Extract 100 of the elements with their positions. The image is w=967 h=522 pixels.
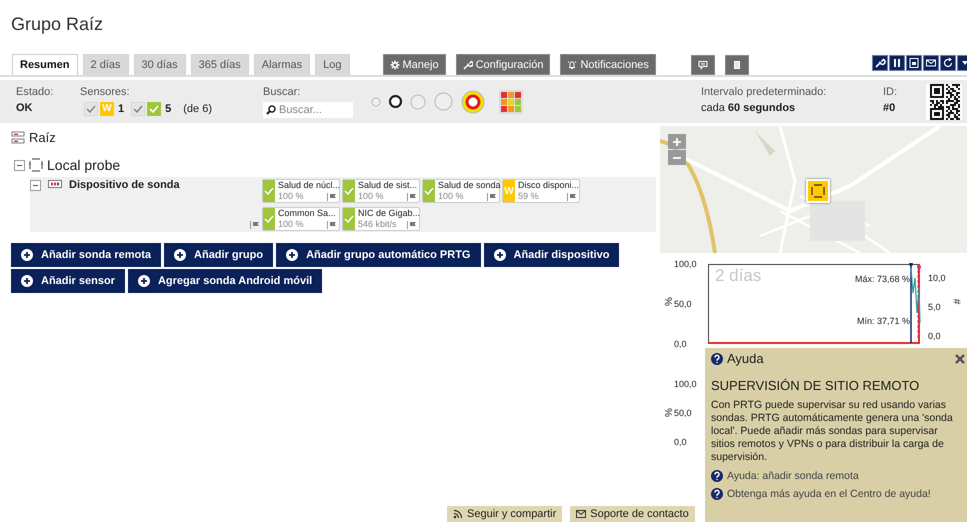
status-label: Estado: <box>16 86 54 98</box>
plus-icon <box>138 275 150 287</box>
refresh-icon[interactable] <box>940 54 956 70</box>
probe-marker-icon[interactable] <box>806 179 830 203</box>
search-icon <box>266 105 276 115</box>
axis-tick: 0,0 <box>928 331 941 341</box>
sensor-name: Salud de sonda <box>438 180 501 191</box>
tab[interactable]: Log <box>315 54 350 75</box>
sensor-tile[interactable]: NIC de Gigab... 546 kbit/s <box>342 207 420 231</box>
flag-icon[interactable] <box>487 192 497 200</box>
help-link[interactable]: Obtenga más ayuda en el Centro de ayuda! <box>727 488 931 500</box>
max-label: Máx: 73,68 % <box>854 274 910 284</box>
plus-icon <box>174 249 186 261</box>
tree-item[interactable]: Raíz <box>29 130 56 145</box>
close-icon[interactable] <box>955 354 965 364</box>
plus-icon <box>21 275 33 287</box>
help-icon <box>711 488 723 500</box>
sensor-value: 546 kbit/s <box>358 219 397 230</box>
add-button[interactable]: Añadir dispositivo <box>484 243 620 267</box>
treemap-view-icon[interactable] <box>499 90 523 114</box>
axis-tick: 50,0 <box>674 299 692 309</box>
wrench-icon[interactable] <box>872 54 888 70</box>
sensor-name: Salud de sist... <box>358 180 418 191</box>
sunburst-view-icon[interactable] <box>461 90 485 114</box>
collapse-icon[interactable] <box>14 160 25 170</box>
flag-icon[interactable] <box>407 192 417 200</box>
axis-tick: 50,0 <box>674 408 692 418</box>
sensors-label: Sensores: <box>80 86 131 98</box>
tab[interactable]: 30 días <box>134 54 186 75</box>
help-icon <box>711 352 723 364</box>
interval-value: cada 60 segundos <box>701 102 796 114</box>
help-icon <box>711 470 723 482</box>
flag-icon[interactable] <box>407 220 417 228</box>
sensor-value: 100 % <box>278 191 304 202</box>
zoom-out-icon[interactable] <box>668 150 686 165</box>
add-button[interactable]: Agregar sonda Android móvil <box>128 269 322 293</box>
document-icon[interactable] <box>906 54 922 70</box>
add-button[interactable]: Añadir grupo automático PRTG <box>276 243 480 267</box>
id-value: #0 <box>883 102 896 114</box>
envelope-icon[interactable] <box>923 54 939 70</box>
sensor-name: Salud de núcl... <box>278 180 340 191</box>
axis-tick: 100,0 <box>674 379 697 389</box>
warning-count: 1 <box>118 103 124 115</box>
axis-label: # <box>952 298 964 304</box>
add-button[interactable]: Añadir sonda remota <box>11 243 162 267</box>
search-field[interactable]: Buscar... <box>263 102 353 118</box>
gear-icon <box>390 60 400 70</box>
sensor-name: Disco disponi... <box>518 180 580 191</box>
tab[interactable]: 2 días <box>82 54 128 75</box>
notebook-icon[interactable] <box>724 55 749 75</box>
plus-icon <box>21 249 33 261</box>
footer-button[interactable]: Seguir y compartir <box>447 506 562 522</box>
tab[interactable]: Resumen <box>12 54 78 75</box>
flag-icon[interactable] <box>327 192 337 200</box>
warning-badge: W <box>100 102 114 116</box>
help-link[interactable]: Ayuda: añadir sonda remota <box>727 470 859 482</box>
flag-icon[interactable] <box>250 221 260 229</box>
axis-tick: 0,0 <box>674 339 687 349</box>
flag-icon[interactable] <box>567 192 577 200</box>
add-button[interactable]: Añadir sensor <box>11 269 125 293</box>
collapse-icon[interactable] <box>30 180 41 191</box>
size-option-icon[interactable] <box>389 95 402 108</box>
group-icon <box>11 130 25 144</box>
interval-label: Intervalo predeterminado: <box>701 86 828 98</box>
id-label: ID: <box>883 86 898 98</box>
tree-item[interactable]: Local probe <box>47 157 120 173</box>
axis-label: % <box>664 297 675 306</box>
sensor-value: 100 % <box>278 219 304 230</box>
flag-icon[interactable] <box>327 220 337 228</box>
sensor-value: 100 % <box>438 191 464 202</box>
sensor-tile[interactable]: Salud de sonda 100 % <box>422 179 500 203</box>
bell-icon <box>567 60 578 70</box>
menu-button[interactable]: Notificaciones <box>560 54 656 75</box>
checkbox-icon[interactable] <box>84 102 98 116</box>
rss-icon <box>453 509 463 519</box>
sensor-tile[interactable]: Salud de sist... 100 % <box>342 179 420 203</box>
plus-icon <box>494 249 506 261</box>
zoom-in-icon[interactable] <box>668 134 686 149</box>
probe-icon <box>29 158 43 172</box>
comment-icon[interactable] <box>690 55 715 75</box>
tab[interactable]: Alarmas <box>254 54 310 75</box>
ok-count: 5 <box>165 103 172 115</box>
search-label: Buscar: <box>263 86 302 98</box>
page-title: Grupo Raíz <box>10 13 104 36</box>
tab[interactable]: 365 días <box>190 54 249 75</box>
sensor-tile[interactable]: Salud de núcl... 100 % <box>262 179 340 203</box>
pause-icon[interactable] <box>889 54 905 70</box>
menu-button[interactable]: Configuración <box>456 54 550 75</box>
tree-item[interactable]: Dispositivo de sonda <box>69 179 180 191</box>
add-button[interactable]: Añadir grupo <box>164 243 274 267</box>
ok-check-icon <box>147 102 162 116</box>
axis-tick: 100,0 <box>674 259 697 269</box>
axis-tick: 5,0 <box>928 302 941 312</box>
sensor-value: 59 % <box>518 191 539 202</box>
axis-tick: 10,0 <box>928 273 946 284</box>
sensor-tile[interactable]: Common Sa... 100 % <box>262 207 340 231</box>
footer-button[interactable]: Soporte de contacto <box>570 506 695 522</box>
checkbox-icon[interactable] <box>131 102 146 116</box>
qr-code-icon <box>926 84 962 120</box>
menu-button[interactable]: Manejo <box>382 54 446 75</box>
